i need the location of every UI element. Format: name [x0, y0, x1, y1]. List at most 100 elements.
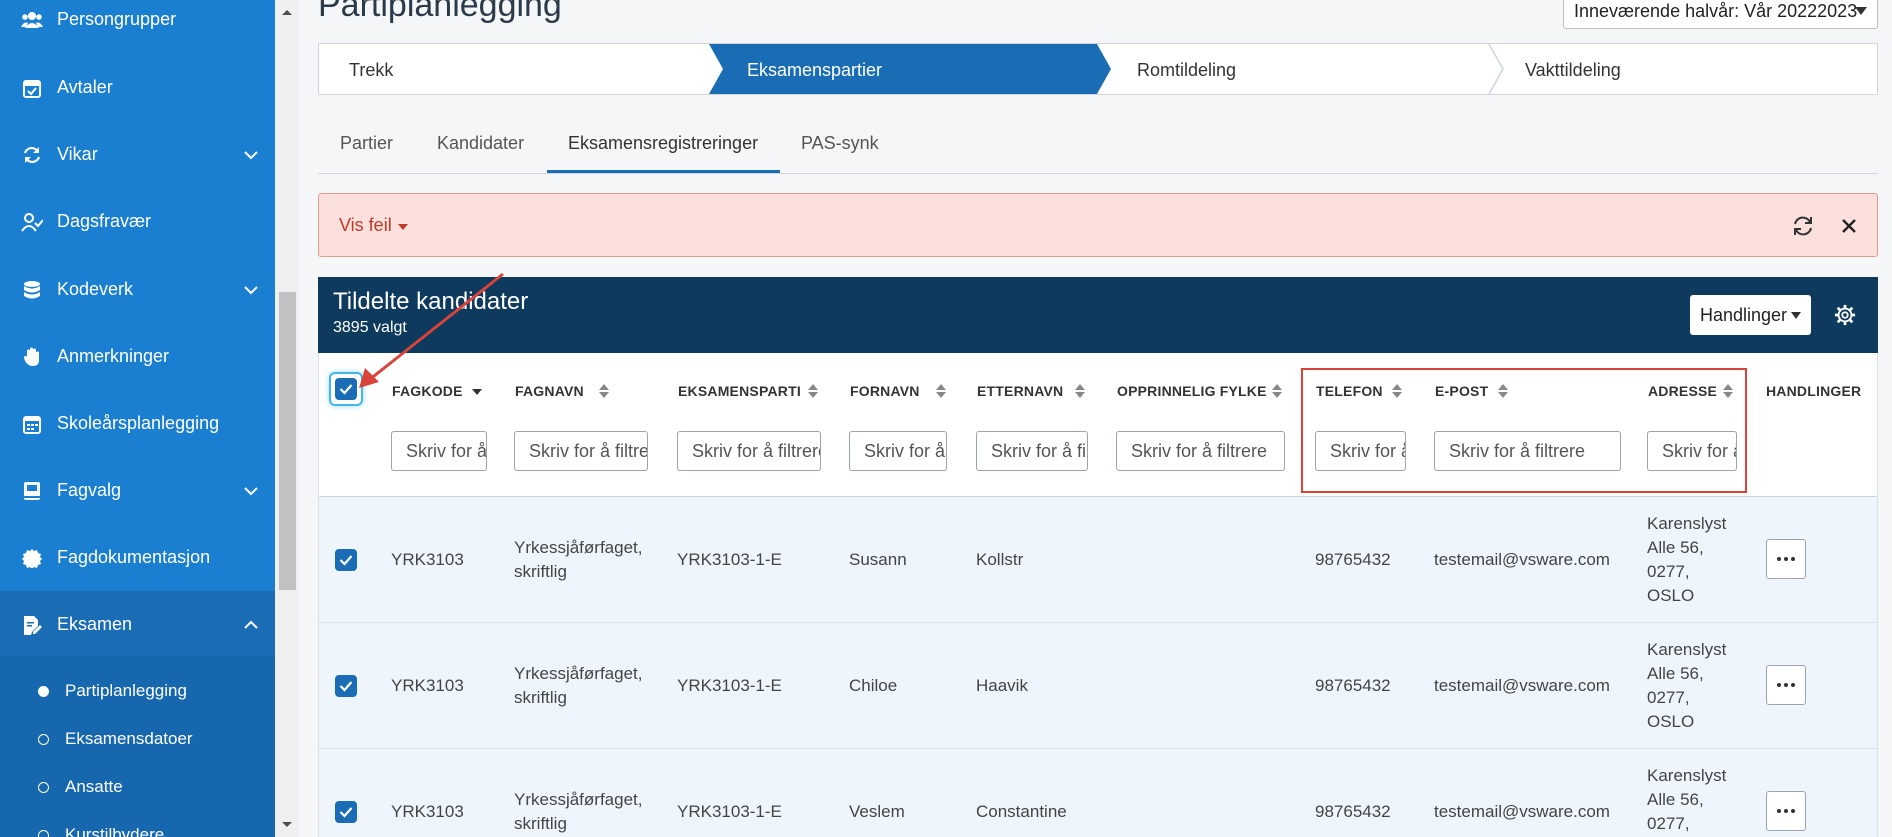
row-checkbox[interactable] — [335, 801, 357, 823]
chevron-down-icon — [244, 150, 258, 159]
sidebar-item-anmerkninger[interactable]: Anmerkninger — [0, 323, 275, 390]
step-vakttildeling[interactable]: Vakttildeling — [1525, 60, 1621, 81]
cell-epost: testemail@vsware.com — [1434, 676, 1610, 695]
col-opprinnelig-fylke[interactable]: OPPRINNELIG FYLKE — [1117, 383, 1267, 399]
cell-eksamensparti: YRK3103-1-E — [677, 676, 782, 695]
sidebar-item-label: Anmerkninger — [57, 346, 170, 366]
sidebar-item-vikar[interactable]: Vikar — [0, 121, 275, 188]
row-actions-button[interactable] — [1766, 539, 1806, 579]
semester-select[interactable]: Inneværende halvår: Vår 20222023 — [1563, 0, 1878, 29]
more-horizontal-icon — [1777, 683, 1795, 687]
check-icon — [339, 384, 353, 395]
dot-icon — [38, 781, 49, 793]
gear-icon[interactable] — [1834, 304, 1856, 326]
sidebar-item-eksamen[interactable]: Eksamen — [0, 591, 275, 658]
sidebar-item-skolearsplanlegging[interactable]: Skoleårsplanlegging — [0, 390, 275, 457]
step-eksamenspartier[interactable]: Eksamenspartier — [747, 60, 882, 81]
sidebar-item-kodeverk[interactable]: Kodeverk — [0, 256, 275, 323]
sidebar-subitem-partiplanlegging[interactable]: Partiplanlegging — [0, 667, 275, 715]
sidebar-subitem-label: Kurstilbydere — [65, 825, 165, 837]
sort-desc-icon[interactable] — [472, 384, 482, 398]
row-actions-button[interactable] — [1766, 665, 1806, 705]
actions-dropdown-button[interactable]: Handlinger — [1690, 295, 1811, 335]
cell-adresse-line3: 0277, — [1647, 562, 1690, 581]
row-checkbox[interactable] — [335, 549, 357, 571]
tab-pas-synk[interactable]: PAS-synk — [801, 133, 879, 154]
sort-icon[interactable] — [599, 384, 609, 398]
cell-fagnavn: Yrkessjåførfaget, — [514, 664, 643, 683]
cell-telefon: 98765432 — [1315, 676, 1391, 695]
sidebar-item-label: Persongrupper — [57, 9, 177, 29]
sidebar-item-persongrupper[interactable]: Persongrupper — [0, 0, 275, 53]
table-row: YRK3103 Yrkessjåførfaget, skriftlig YRK3… — [319, 623, 1877, 749]
sidebar-item-fagdokumentasjon[interactable]: Fagdokumentasjon — [0, 524, 275, 591]
active-tab-indicator — [547, 170, 780, 173]
tab-kandidater[interactable]: Kandidater — [437, 133, 524, 154]
check-icon — [339, 681, 353, 692]
filter-fagnavn[interactable] — [514, 431, 648, 471]
step-romtildeling[interactable]: Romtildeling — [1137, 60, 1236, 81]
close-icon[interactable] — [1839, 216, 1859, 236]
col-fagkode[interactable]: FAGKODE — [392, 383, 463, 399]
sidebar: Persongrupper Avtaler Vikar Dagsfravær K… — [0, 0, 275, 837]
col-fornavn[interactable]: FORNAVN — [850, 383, 920, 399]
tab-eksamensregistreringer[interactable]: Eksamensregistreringer — [568, 133, 758, 154]
refresh-icon[interactable] — [1791, 214, 1815, 238]
error-alert: Vis feil — [318, 193, 1878, 257]
sort-icon[interactable] — [936, 384, 946, 398]
scroll-down-icon[interactable] — [280, 819, 294, 831]
cell-adresse-line2: Alle 56, — [1647, 790, 1704, 809]
col-eksamensparti[interactable]: EKSAMENSPARTI — [678, 383, 801, 399]
cell-fornavn: Veslem — [849, 802, 905, 821]
sidebar-item-label: Kodeverk — [57, 279, 134, 299]
cell-telefon: 98765432 — [1315, 802, 1391, 821]
tab-partier[interactable]: Partier — [340, 133, 393, 154]
sidebar-subitem-kurstilbydere[interactable]: Kurstilbydere — [0, 811, 275, 837]
sidebar-item-label: Skoleårsplanlegging — [57, 413, 220, 433]
cell-fagnavn-line2: skriftlig — [514, 814, 567, 833]
row-checkbox[interactable] — [335, 675, 357, 697]
cell-adresse-line2: Alle 56, — [1647, 664, 1704, 683]
filter-etternavn[interactable] — [976, 431, 1088, 471]
sidebar-item-fagvalg[interactable]: Fagvalg — [0, 457, 275, 524]
sidebar-scrollbar-thumb[interactable] — [279, 292, 296, 590]
cell-fagnavn-line2: skriftlig — [514, 688, 567, 707]
cell-fagkode: YRK3103 — [391, 802, 464, 821]
step-trekk[interactable]: Trekk — [349, 60, 393, 81]
chevron-up-icon — [244, 620, 258, 629]
col-handlinger: HANDLINGER — [1766, 383, 1862, 399]
cell-fagkode: YRK3103 — [391, 676, 464, 695]
actions-label: Handlinger — [1700, 304, 1788, 325]
sort-icon[interactable] — [808, 384, 818, 398]
filter-fornavn[interactable] — [849, 431, 947, 471]
sidebar-subitem-eksamensdatoer[interactable]: Eksamensdatoer — [0, 715, 275, 763]
sort-icon[interactable] — [1272, 384, 1282, 398]
table-row: YRK3103 Yrkessjåførfaget, skriftlig YRK3… — [319, 497, 1877, 623]
col-fagnavn[interactable]: FAGNAVN — [515, 383, 584, 399]
sidebar-subitem-label: Partiplanlegging — [65, 681, 187, 700]
cell-epost: testemail@vsware.com — [1434, 550, 1610, 569]
cell-fornavn: Chiloe — [849, 676, 898, 695]
sort-icon[interactable] — [1075, 384, 1085, 398]
sidebar-item-avtaler[interactable]: Avtaler — [0, 54, 275, 121]
sidebar-item-label: Fagdokumentasjon — [57, 547, 211, 567]
badge-icon — [21, 547, 43, 569]
select-all-checkbox[interactable] — [335, 378, 357, 400]
table-row: YRK3103 Yrkessjåførfaget, skriftlig YRK3… — [319, 749, 1877, 837]
sidebar-subitem-ansatte[interactable]: Ansatte — [0, 763, 275, 811]
cell-eksamensparti: YRK3103-1-E — [677, 550, 782, 569]
caret-down-icon — [1855, 7, 1867, 15]
col-etternavn[interactable]: ETTERNAVN — [977, 383, 1063, 399]
edit-doc-icon — [21, 614, 43, 636]
filter-fagkode[interactable] — [391, 431, 487, 471]
filter-eksamensparti[interactable] — [677, 431, 821, 471]
show-errors-toggle[interactable]: Vis feil — [339, 215, 408, 236]
more-horizontal-icon — [1777, 557, 1795, 561]
row-actions-button[interactable] — [1766, 791, 1806, 831]
dot-icon — [38, 733, 49, 745]
user-check-icon — [21, 211, 43, 233]
filter-opprinnelig-fylke[interactable] — [1116, 431, 1285, 471]
sidebar-item-dagsfravaer[interactable]: Dagsfravær — [0, 188, 275, 255]
scroll-up-icon[interactable] — [280, 6, 294, 18]
cell-fornavn: Susann — [849, 550, 907, 569]
